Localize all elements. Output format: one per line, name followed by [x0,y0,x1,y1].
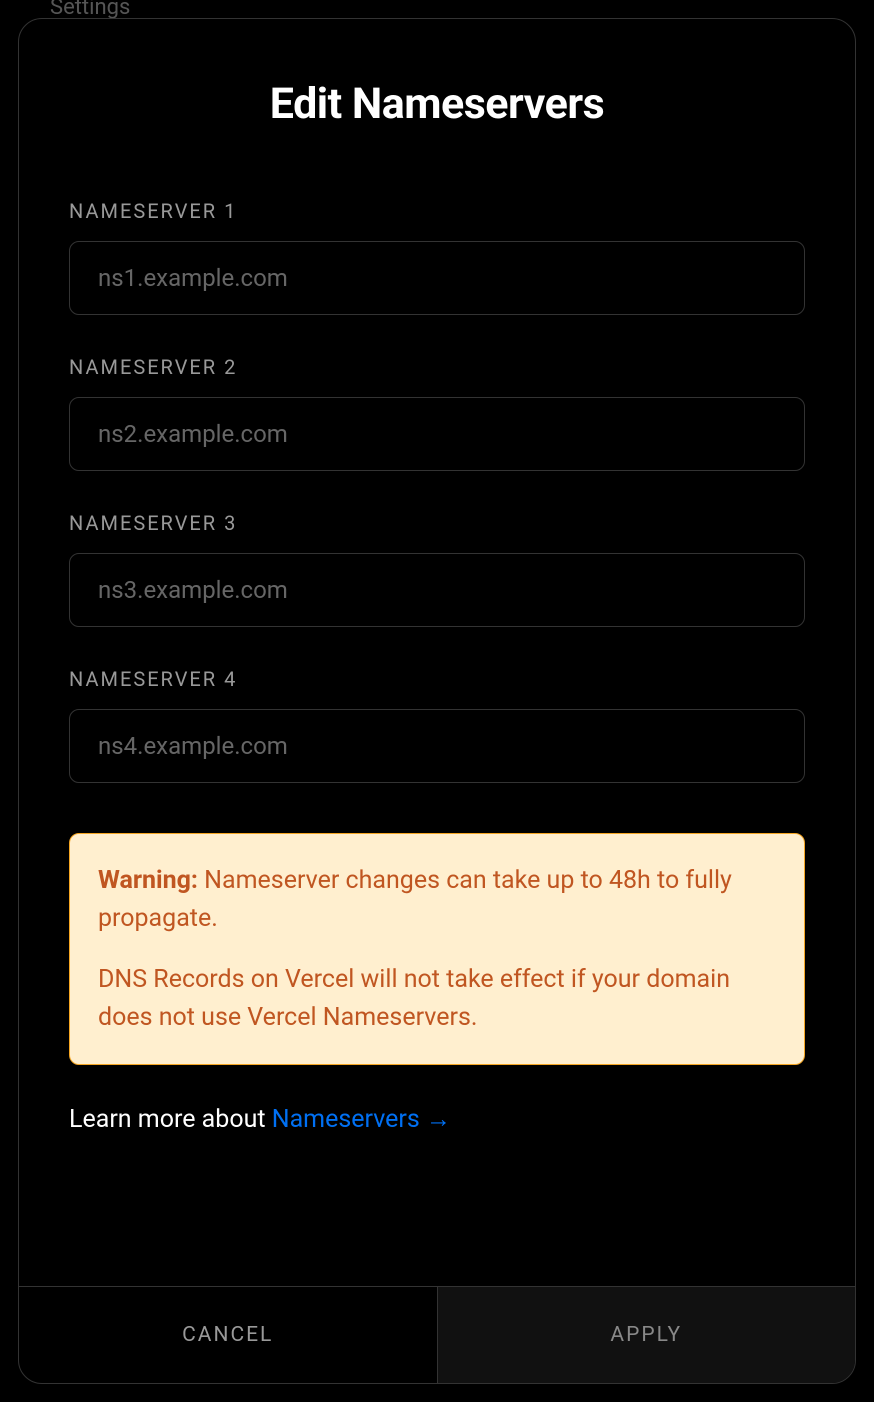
nameservers-link[interactable]: Nameservers → [272,1105,451,1134]
apply-button[interactable]: APPLY [438,1287,856,1383]
nameserver-2-group: NAMESERVER 2 [69,355,805,471]
nameserver-1-label: NAMESERVER 1 [69,199,805,223]
nameserver-4-input[interactable] [69,709,805,783]
arrow-right-icon: → [426,1105,451,1134]
warning-label: Warning: [98,866,198,895]
nameserver-1-group: NAMESERVER 1 [69,199,805,315]
nameserver-3-group: NAMESERVER 3 [69,511,805,627]
nameserver-4-group: NAMESERVER 4 [69,667,805,783]
modal-title: Edit Nameservers [69,79,805,129]
nameserver-2-label: NAMESERVER 2 [69,355,805,379]
nameserver-2-input[interactable] [69,397,805,471]
warning-box: Warning: Nameserver changes can take up … [69,833,805,1065]
learn-more-prefix: Learn more about [69,1105,272,1134]
warning-text-1: Warning: Nameserver changes can take up … [98,862,776,937]
warning-text-2: DNS Records on Vercel will not take effe… [98,961,776,1036]
nameserver-3-input[interactable] [69,553,805,627]
edit-nameservers-modal: Edit Nameservers NAMESERVER 1 NAMESERVER… [18,18,856,1384]
cancel-button[interactable]: CANCEL [19,1287,438,1383]
nameserver-1-input[interactable] [69,241,805,315]
learn-more: Learn more about Nameservers → [69,1105,805,1134]
modal-content: Edit Nameservers NAMESERVER 1 NAMESERVER… [19,19,855,1286]
nameserver-4-label: NAMESERVER 4 [69,667,805,691]
modal-footer: CANCEL APPLY [19,1286,855,1383]
nameserver-3-label: NAMESERVER 3 [69,511,805,535]
background-settings-text: Settings [50,0,130,20]
